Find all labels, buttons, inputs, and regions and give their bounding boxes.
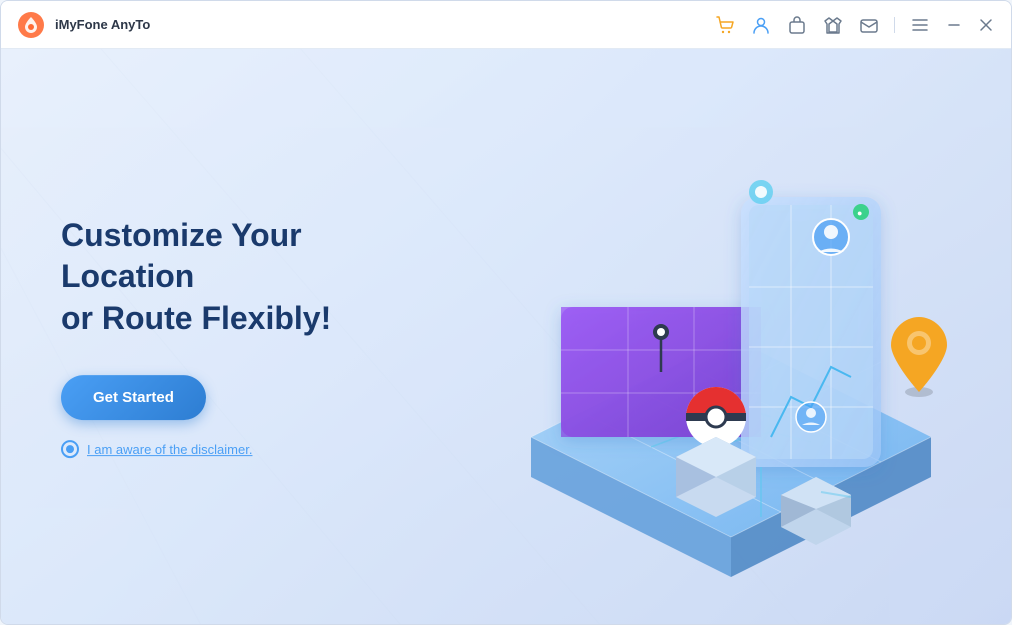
hero-illustration: ● xyxy=(451,97,991,577)
headline-line2: or Route Flexibly! xyxy=(61,300,331,336)
svg-text:●: ● xyxy=(857,208,862,218)
left-panel: Customize Your Location or Route Flexibl… xyxy=(61,215,401,459)
disclaimer-link[interactable]: I am aware of the disclaimer. xyxy=(87,442,252,457)
mail-icon[interactable] xyxy=(858,14,880,36)
close-button[interactable] xyxy=(977,16,995,34)
shirt-icon[interactable] xyxy=(822,14,844,36)
separator xyxy=(894,17,895,33)
user-icon[interactable] xyxy=(750,14,772,36)
menu-icon[interactable] xyxy=(909,14,931,36)
disclaimer-icon[interactable] xyxy=(61,440,79,458)
app-logo-icon xyxy=(17,11,45,39)
cart-icon[interactable] xyxy=(714,14,736,36)
app-window: iMyFone AnyTo xyxy=(0,0,1012,625)
headline: Customize Your Location or Route Flexibl… xyxy=(61,215,401,340)
bag-icon[interactable] xyxy=(786,14,808,36)
main-content: Customize Your Location or Route Flexibl… xyxy=(1,49,1011,624)
app-title: iMyFone AnyTo xyxy=(55,17,150,32)
headline-line1: Customize Your Location xyxy=(61,217,302,295)
disclaimer-dot xyxy=(66,445,74,453)
get-started-button[interactable]: Get Started xyxy=(61,375,206,420)
minimize-button[interactable] xyxy=(945,16,963,34)
right-illustration-panel: ● xyxy=(431,49,1011,624)
disclaimer-row: I am aware of the disclaimer. xyxy=(61,440,401,458)
title-bar-left: iMyFone AnyTo xyxy=(17,11,714,39)
title-bar: iMyFone AnyTo xyxy=(1,1,1011,49)
title-bar-right xyxy=(714,14,995,36)
